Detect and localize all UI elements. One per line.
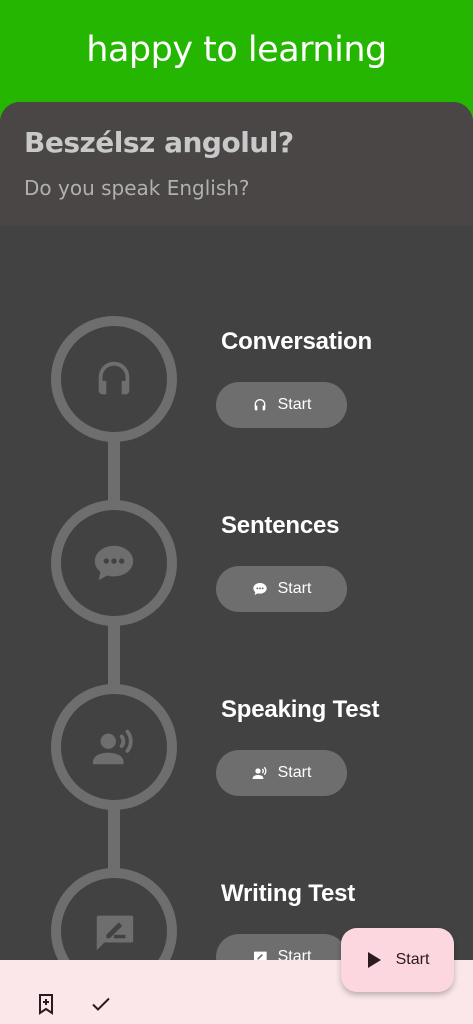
speaking-test-start-button[interactable]: Start bbox=[216, 750, 347, 796]
check-icon[interactable] bbox=[89, 992, 113, 1016]
lesson-subheading: Do you speak English? bbox=[24, 176, 250, 200]
fab-label: Start bbox=[395, 951, 430, 968]
start-button-label: Start bbox=[277, 764, 312, 781]
speaking-person-icon bbox=[92, 729, 133, 765]
sentences-start-button[interactable]: Start bbox=[216, 566, 347, 612]
start-fab[interactable]: Start bbox=[341, 928, 454, 992]
writing-icon bbox=[96, 915, 134, 951]
step-title-writing-test: Writing Test bbox=[221, 880, 356, 907]
lesson-heading: Beszélsz angolul? bbox=[24, 126, 294, 159]
step-title-sentences: Sentences bbox=[221, 512, 340, 539]
step-circle-conversation bbox=[51, 316, 177, 442]
app-title: happy to learning bbox=[86, 30, 387, 70]
app-bar: happy to learning bbox=[0, 0, 473, 110]
step-circle-sentences bbox=[51, 500, 177, 626]
bookmark-add-icon[interactable] bbox=[34, 992, 58, 1016]
app-root: happy to learning Beszélsz angolul? Do y… bbox=[0, 0, 473, 1024]
step-connector bbox=[108, 436, 120, 504]
start-button-label: Start bbox=[277, 580, 312, 597]
speaking-person-icon bbox=[252, 767, 267, 779]
step-title-conversation: Conversation bbox=[221, 328, 372, 355]
play-icon bbox=[367, 952, 381, 968]
headphones-icon bbox=[254, 399, 265, 411]
step-title-speaking-test: Speaking Test bbox=[221, 696, 380, 723]
step-circle-speaking-test bbox=[51, 684, 177, 810]
chat-bubble-icon bbox=[252, 583, 267, 595]
conversation-start-button[interactable]: Start bbox=[216, 382, 347, 428]
step-connector bbox=[108, 620, 120, 688]
step-connector bbox=[108, 804, 120, 872]
chat-bubble-icon bbox=[94, 545, 134, 581]
start-button-label: Start bbox=[277, 396, 312, 413]
lesson-card-header bbox=[0, 102, 473, 226]
headphones-icon bbox=[98, 361, 130, 395]
